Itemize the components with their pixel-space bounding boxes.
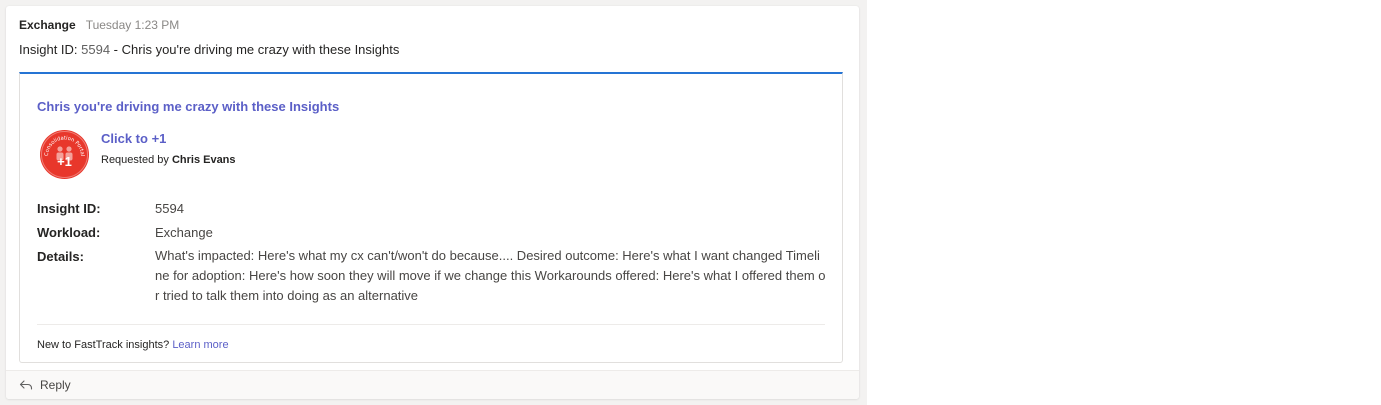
message-header: Exchange Tuesday 1:23 PM — [19, 18, 179, 34]
fact-label-workload: Workload: — [37, 225, 101, 240]
fact-value-details: What's impacted: Here's what my cx can't… — [155, 248, 826, 303]
message-timestamp: Tuesday 1:23 PM — [85, 18, 180, 32]
reply-arrow-icon — [19, 380, 33, 390]
consolidation-portal-badge-icon: Consolidation Portal +1 — [40, 130, 89, 179]
insight-card: Chris you're driving me crazy with these… — [19, 72, 843, 363]
badge-count: +1 — [57, 154, 72, 169]
requested-by: Requested by Chris Evans — [101, 154, 236, 166]
message-body: Insight ID: 5594 - Chris you're driving … — [19, 42, 399, 57]
message-body-insight-id: 5594 — [81, 42, 111, 57]
message-body-prefix: Insight ID: — [19, 42, 82, 57]
card-title: Chris you're driving me crazy with these… — [37, 99, 340, 114]
fact-label-details: Details: — [37, 249, 84, 264]
card-footer: New to FastTrack insights? Learn more — [37, 339, 229, 351]
message-sender[interactable]: Exchange — [19, 18, 76, 32]
reply-label: Reply — [40, 378, 71, 392]
footer-text: New to FastTrack insights? — [37, 339, 173, 351]
message-body-suffix: - Chris you're driving me crazy with the… — [110, 42, 400, 57]
plus-one-link[interactable]: Click to +1 — [101, 131, 166, 146]
card-divider — [37, 324, 825, 325]
learn-more-link[interactable]: Learn more — [172, 339, 228, 351]
requested-by-prefix: Requested by — [101, 154, 172, 166]
chat-message: Exchange Tuesday 1:23 PM Insight ID: 559… — [6, 6, 859, 399]
requester-name: Chris Evans — [171, 154, 236, 166]
fact-label-insight-id: Insight ID: — [37, 201, 101, 216]
fact-value-workload: Exchange — [155, 225, 213, 240]
fact-value-insight-id: 5594 — [155, 201, 184, 216]
reply-button[interactable]: Reply — [6, 370, 859, 399]
